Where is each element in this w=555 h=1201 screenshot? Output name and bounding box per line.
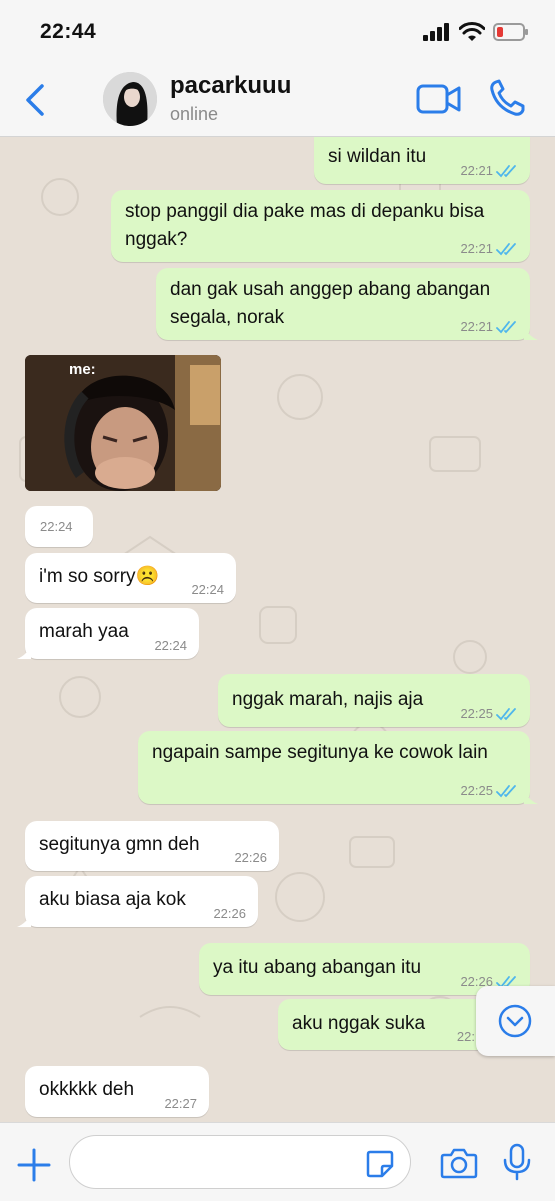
outgoing-message[interactable]: nggak marah, najis aja 22:25	[218, 674, 530, 727]
message-text: segitunya gmn deh	[39, 834, 200, 855]
sticker-icon	[366, 1150, 394, 1178]
contact-name[interactable]: pacarkuuu	[170, 72, 291, 100]
sticker-button[interactable]	[365, 1149, 395, 1179]
double-check-icon	[496, 165, 516, 178]
message-time: 22:	[456, 1029, 475, 1044]
message-meta: 22:21	[460, 164, 518, 178]
camera-icon	[440, 1148, 478, 1179]
attach-button[interactable]	[16, 1147, 52, 1183]
message-text: stop panggil dia pake mas di depanku bis…	[125, 201, 485, 250]
wifi-icon	[459, 22, 485, 41]
double-check-icon	[496, 708, 516, 721]
message-meta: 22:24	[40, 520, 73, 534]
microphone-button[interactable]	[502, 1143, 532, 1181]
message-meta: 22:21	[460, 320, 518, 334]
status-bar: 22:44	[0, 0, 555, 66]
status-icons	[423, 22, 529, 42]
incoming-message[interactable]: segitunya gmn deh 22:26	[25, 821, 279, 871]
chat-area[interactable]: si wildan itu 22:21 stop panggil dia pak…	[0, 137, 555, 1122]
message-input[interactable]	[69, 1135, 411, 1189]
message-meta: 22:26	[234, 851, 267, 865]
message-time: 22:24	[191, 582, 224, 597]
message-meta: 22:26	[213, 907, 246, 921]
microphone-icon	[503, 1143, 531, 1181]
incoming-message[interactable]: marah yaa 22:24	[17, 608, 199, 659]
message-time: 22:21	[460, 319, 493, 334]
back-button[interactable]	[18, 80, 52, 120]
contact-status: online	[170, 104, 219, 124]
image-message[interactable]: me:	[25, 355, 221, 491]
message-meta: 22:27	[164, 1097, 197, 1111]
contact-avatar[interactable]	[103, 72, 157, 126]
message-time: 22:27	[164, 1096, 197, 1111]
chevron-down-circle-icon	[498, 1004, 532, 1038]
incoming-message[interactable]: 22:24	[25, 506, 93, 547]
chat-header: pacarkuuu online	[0, 66, 555, 137]
message-time: 22:26	[234, 850, 267, 865]
message-time: 22:24	[40, 519, 73, 534]
bubble-tail	[17, 645, 31, 659]
outgoing-message[interactable]: stop panggil dia pake mas di depanku bis…	[111, 190, 530, 262]
battery-icon	[493, 23, 528, 41]
double-check-icon	[496, 785, 516, 798]
message-meta: 22:24	[154, 639, 187, 653]
meme-image	[25, 355, 221, 491]
outgoing-message[interactable]: ngapain sampe segitunya ke cowok lain 22…	[138, 731, 538, 804]
bubble-tail	[17, 913, 31, 927]
message-meta: 22:21	[460, 242, 518, 256]
scroll-to-bottom-button[interactable]	[476, 986, 555, 1056]
message-time: 22:25	[460, 783, 493, 798]
video-call-button[interactable]	[416, 82, 462, 116]
message-meta: 22:25	[460, 784, 518, 798]
double-check-icon	[496, 243, 516, 256]
message-text: ngapain sampe segitunya ke cowok lain	[152, 742, 488, 763]
message-time: 22:25	[460, 706, 493, 721]
status-time: 22:44	[40, 20, 97, 43]
message-meta: 22:24	[191, 583, 224, 597]
phone-icon	[490, 79, 525, 116]
incoming-message[interactable]: i'm so sorry☹️ 22:24	[25, 553, 236, 603]
bubble-tail	[524, 790, 538, 804]
plus-icon	[17, 1148, 51, 1182]
message-time: 22:21	[460, 241, 493, 256]
incoming-message[interactable]: okkkkk deh 22:27	[25, 1066, 209, 1117]
signal-icon	[423, 23, 449, 41]
outgoing-message[interactable]: si wildan itu 22:21	[314, 137, 530, 184]
message-time: 22:21	[460, 163, 493, 178]
image-caption: me:	[69, 361, 96, 378]
message-meta: 22:25	[460, 707, 518, 721]
outgoing-message[interactable]: dan gak usah anggep abang abangan segala…	[156, 268, 538, 340]
chevron-left-icon	[26, 84, 44, 116]
avatar-photo	[103, 72, 157, 126]
incoming-message[interactable]: aku biasa aja kok 22:26	[17, 876, 258, 927]
message-meta: 22:	[457, 1030, 475, 1044]
video-camera-icon	[416, 84, 461, 114]
double-check-icon	[496, 321, 516, 334]
voice-call-button[interactable]	[488, 78, 526, 118]
message-time: 22:24	[154, 638, 187, 653]
camera-button[interactable]	[440, 1147, 478, 1179]
message-input-bar	[0, 1122, 555, 1201]
message-time: 22:26	[213, 906, 246, 921]
bubble-tail	[524, 326, 538, 340]
